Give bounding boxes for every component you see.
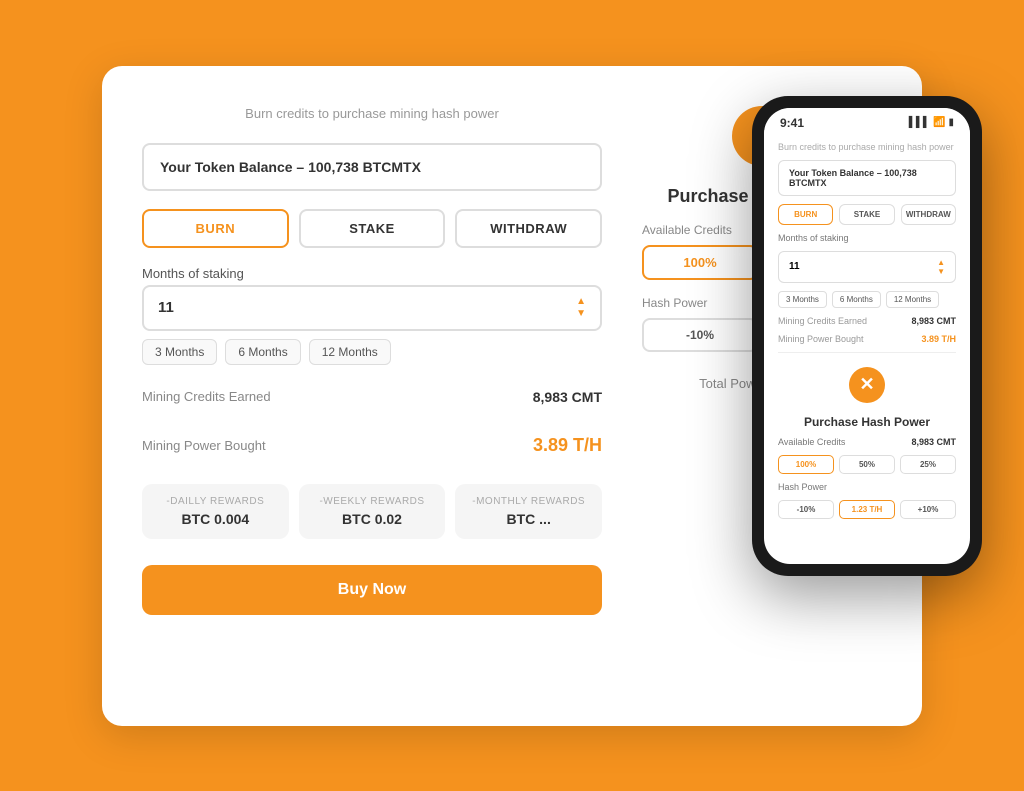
weekly-reward-value: BTC 0.02 (309, 511, 436, 527)
quick-3-months[interactable]: 3 Months (142, 339, 217, 365)
quick-6-months[interactable]: 6 Months (225, 339, 300, 365)
mining-credits-label: Mining Credits Earned (142, 389, 271, 404)
phone-status-icons: ▌▌▌ 📶 ▮ (909, 117, 954, 128)
phone-divider (778, 352, 956, 353)
mining-power-row: Mining Power Bought 3.89 T/H (142, 429, 602, 462)
monthly-reward-card: -MONTHLY REWARDS BTC ... (455, 484, 602, 539)
action-buttons-group: BURN STAKE WITHDRAW (142, 209, 602, 248)
months-section: Months of staking 11 ▲ ▼ 3 Months 6 Mont… (142, 266, 602, 365)
signal-icon: ▌▌▌ (909, 117, 930, 128)
phone-action-btns: BURN STAKE WITHDRAW (778, 204, 956, 225)
phone-hash-label: Hash Power (778, 482, 956, 492)
left-subtitle: Burn credits to purchase mining hash pow… (142, 106, 602, 121)
daily-reward-card: -DAILLY REWARDS BTC 0.004 (142, 484, 289, 539)
phone-spinner[interactable]: ▲ ▼ (937, 258, 945, 276)
phone-credits-value: 8,983 CMT (911, 316, 956, 326)
phone-credits-label: Mining Credits Earned (778, 316, 867, 326)
phone-12months[interactable]: 12 Months (886, 291, 939, 308)
phone-spinner-down[interactable]: ▼ (937, 267, 945, 276)
credit-100-button[interactable]: 100% (642, 245, 758, 280)
burn-button[interactable]: BURN (142, 209, 289, 248)
phone-power-value: 3.89 T/H (921, 334, 956, 344)
months-input-wrapper[interactable]: 11 ▲ ▼ (142, 285, 602, 331)
daily-reward-value: BTC 0.004 (152, 511, 279, 527)
months-spinner[interactable]: ▲ ▼ (576, 297, 586, 319)
phone-burn-btn[interactable]: BURN (778, 204, 833, 225)
phone-credit-100[interactable]: 100% (778, 455, 834, 474)
phone-logo: ✕ (849, 367, 885, 403)
months-label: Months of staking (142, 266, 602, 281)
phone-credit-options: 100% 50% 25% (778, 455, 956, 474)
daily-reward-title: -DAILLY REWARDS (152, 496, 279, 507)
weekly-reward-card: -WEEKLY REWARDS BTC 0.02 (299, 484, 446, 539)
token-balance-display: Your Token Balance – 100,738 BTCMTX (142, 143, 602, 191)
mining-power-value: 3.89 T/H (533, 435, 602, 456)
main-card: Burn credits to purchase mining hash pow… (102, 66, 922, 726)
phone-available-label: Available Credits (778, 437, 845, 447)
mining-credits-row: Mining Credits Earned 8,983 CMT (142, 383, 602, 411)
left-panel: Burn credits to purchase mining hash pow… (142, 106, 602, 686)
page-background: Burn credits to purchase mining hash pow… (20, 20, 1004, 771)
phone-available-row: Available Credits 8,983 CMT (778, 437, 956, 447)
monthly-reward-title: -MONTHLY REWARDS (465, 496, 592, 507)
withdraw-button[interactable]: WITHDRAW (455, 209, 602, 248)
phone-panel-title: Purchase Hash Power (778, 415, 956, 429)
phone-screen: 9:41 ▌▌▌ 📶 ▮ Burn credits to purchase mi… (764, 108, 970, 564)
spinner-down-icon[interactable]: ▼ (576, 309, 586, 319)
rewards-row: -DAILLY REWARDS BTC 0.004 -WEEKLY REWARD… (142, 484, 602, 539)
phone-subtitle: Burn credits to purchase mining hash pow… (778, 142, 956, 152)
weekly-reward-title: -WEEKLY REWARDS (309, 496, 436, 507)
phone-quick-months: 3 Months 6 Months 12 Months (778, 291, 956, 308)
phone-credits-row: Mining Credits Earned 8,983 CMT (778, 316, 956, 326)
phone-hash-minus[interactable]: -10% (778, 500, 834, 519)
months-value: 11 (158, 299, 576, 316)
phone-spinner-up[interactable]: ▲ (937, 258, 945, 267)
buy-now-button[interactable]: Buy Now (142, 565, 602, 615)
mining-power-label: Mining Power Bought (142, 438, 266, 453)
phone-content: Burn credits to purchase mining hash pow… (764, 134, 970, 564)
battery-icon: ▮ (948, 117, 954, 128)
phone-logo-icon: ✕ (859, 374, 874, 395)
phone-hash-options: -10% 1.23 T/H +10% (778, 500, 956, 519)
monthly-reward-value: BTC ... (465, 511, 592, 527)
phone-hash-plus[interactable]: +10% (900, 500, 956, 519)
phone-6months[interactable]: 6 Months (832, 291, 881, 308)
phone-credit-25[interactable]: 25% (900, 455, 956, 474)
phone-available-value: 8,983 CMT (911, 437, 956, 447)
phone-token-balance: Your Token Balance – 100,738 BTCMTX (778, 160, 956, 196)
wifi-icon: 📶 (933, 117, 945, 128)
phone-mockup: 9:41 ▌▌▌ 📶 ▮ Burn credits to purchase mi… (752, 96, 982, 576)
mining-credits-value: 8,983 CMT (533, 389, 602, 405)
phone-time: 9:41 (780, 116, 804, 130)
hash-minus-button[interactable]: -10% (642, 318, 758, 352)
spinner-up-icon[interactable]: ▲ (576, 297, 586, 307)
phone-withdraw-btn[interactable]: WITHDRAW (901, 204, 956, 225)
phone-hash-value[interactable]: 1.23 T/H (839, 500, 895, 519)
quick-months-group: 3 Months 6 Months 12 Months (142, 339, 602, 365)
phone-credit-50[interactable]: 50% (839, 455, 895, 474)
phone-stake-btn[interactable]: STAKE (839, 204, 894, 225)
stake-button[interactable]: STAKE (299, 209, 446, 248)
phone-status-bar: 9:41 ▌▌▌ 📶 ▮ (764, 108, 970, 134)
phone-3months[interactable]: 3 Months (778, 291, 827, 308)
phone-months-label: Months of staking (778, 233, 956, 243)
phone-months-value: 11 (789, 261, 800, 272)
phone-power-label: Mining Power Bought (778, 334, 864, 344)
phone-power-row: Mining Power Bought 3.89 T/H (778, 334, 956, 344)
phone-months-box[interactable]: 11 ▲ ▼ (778, 251, 956, 283)
quick-12-months[interactable]: 12 Months (309, 339, 391, 365)
